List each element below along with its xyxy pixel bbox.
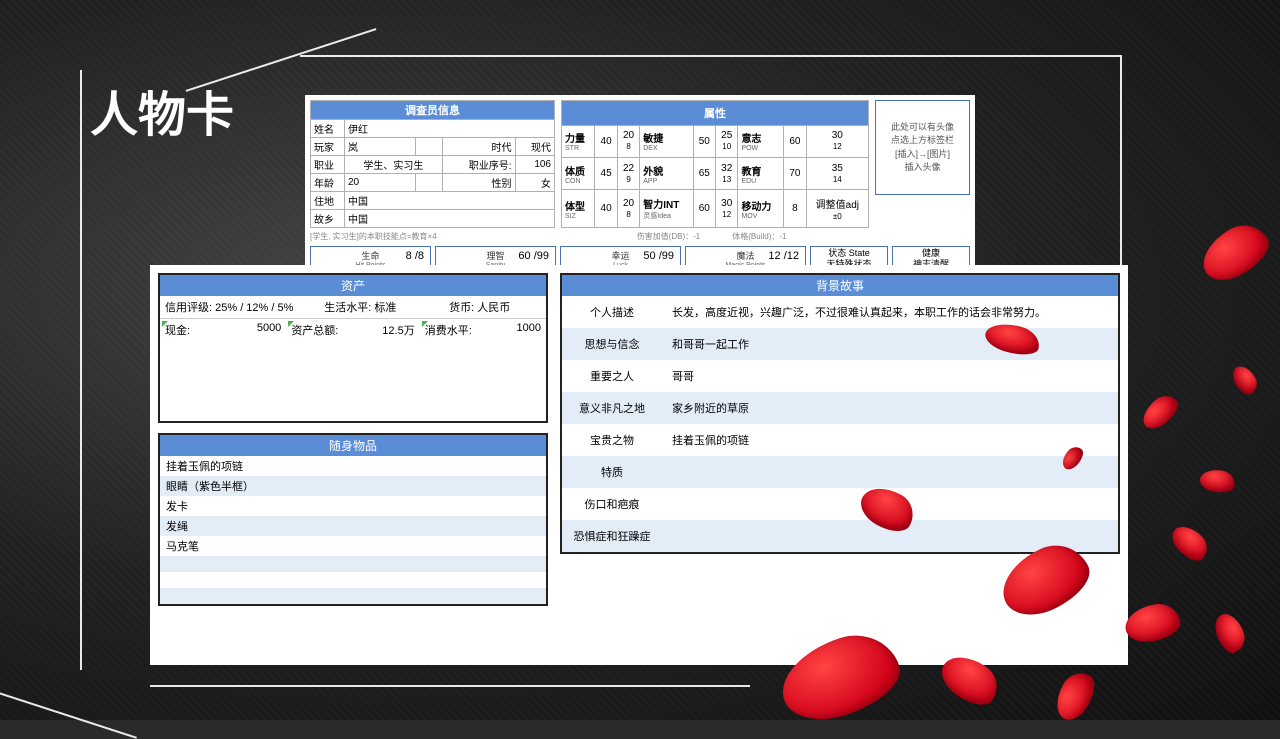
assets-header: 资产 xyxy=(160,275,546,296)
story-value: 长发，高度近视，兴趣广泛，不过很难认真起来，本职工作的话会非常努力。 xyxy=(662,296,1118,328)
attributes-table: 属性 力量STR40208敏捷DEX502510意志POW603012体质CON… xyxy=(561,100,869,228)
list-item: 马克笔 xyxy=(160,536,546,556)
story-value: 家乡附近的草原 xyxy=(662,392,1118,424)
frame-line xyxy=(300,55,1120,57)
list-item xyxy=(160,556,546,572)
list-item xyxy=(160,588,546,604)
list-item: 挂着玉佩的项链 xyxy=(160,456,546,476)
items-header: 随身物品 xyxy=(160,435,546,456)
avatar-hint: 此处可以有头像 点选上方标签栏 [插入]→[图片] 插入头像 xyxy=(891,121,954,175)
list-item: 发卡 xyxy=(160,496,546,516)
story-panel: 背景故事 个人描述长发，高度近视，兴趣广泛，不过很难认真起来，本职工作的话会非常… xyxy=(560,273,1120,554)
story-label: 特质 xyxy=(562,456,662,488)
story-value: 哥哥 xyxy=(662,360,1118,392)
avatar-placeholder[interactable]: 此处可以有头像 点选上方标签栏 [插入]→[图片] 插入头像 xyxy=(875,100,970,195)
story-value xyxy=(662,456,1118,488)
list-item: 发绳 xyxy=(160,516,546,536)
story-label: 思想与信念 xyxy=(562,328,662,360)
frame-line xyxy=(80,70,82,670)
story-label: 恐惧症和狂躁症 xyxy=(562,520,662,552)
assets-panel: 资产 信用评级: 25% / 12% / 5% 生活水平: 标准 货币: 人民币… xyxy=(158,273,548,423)
list-item: 眼睛（紫色半框） xyxy=(160,476,546,496)
story-label: 重要之人 xyxy=(562,360,662,392)
investigator-table: 调查员信息 姓名伊红 玩家岚时代现代 职业学生、实习生职业序号:106 年龄20… xyxy=(310,100,555,228)
story-label: 宝贵之物 xyxy=(562,424,662,456)
frame-line xyxy=(150,685,750,687)
skill-note: [学生, 实习生]的本职技能点=教育×4 xyxy=(310,231,437,242)
story-label: 个人描述 xyxy=(562,296,662,328)
sheet-top: 调查员信息 姓名伊红 玩家岚时代现代 职业学生、实习生职业序号:106 年龄20… xyxy=(305,95,975,277)
story-value: 挂着玉佩的项链 xyxy=(662,424,1118,456)
story-header: 背景故事 xyxy=(562,275,1118,296)
page-title: 人物卡 xyxy=(90,75,234,145)
investigator-header: 调查员信息 xyxy=(311,101,555,120)
sheet-bottom: 资产 信用评级: 25% / 12% / 5% 生活水平: 标准 货币: 人民币… xyxy=(150,265,1128,665)
damage-note: 伤害加值(DB)：-1 体格(Build)：-1 xyxy=(637,231,787,242)
story-value: 和哥哥一起工作 xyxy=(662,328,1118,360)
items-panel: 随身物品 挂着玉佩的项链眼睛（紫色半框）发卡发绳马克笔 xyxy=(158,433,548,606)
attrs-header: 属性 xyxy=(562,101,869,126)
story-label: 伤口和疤痕 xyxy=(562,488,662,520)
story-label: 意义非凡之地 xyxy=(562,392,662,424)
list-item xyxy=(160,572,546,588)
